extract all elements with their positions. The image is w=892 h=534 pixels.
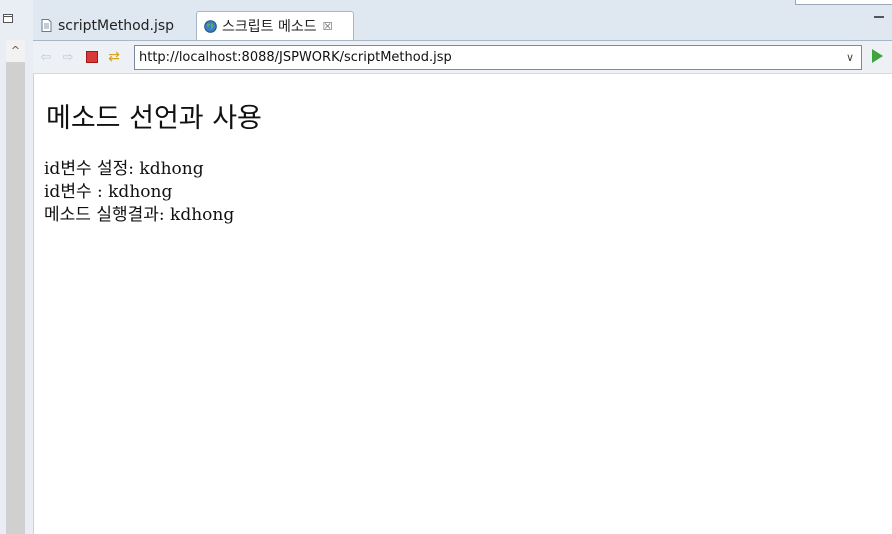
vertical-scrollbar[interactable]	[6, 40, 25, 534]
url-input[interactable]	[135, 47, 839, 68]
page-content: 메소드 선언과 사용 id변수 설정: kdhong id변수 : kdhong…	[34, 74, 892, 534]
editor-tab-bar: scriptMethod.jsp 스크립트 메소드 ☒	[33, 8, 892, 41]
minimize-icon[interactable]	[874, 16, 884, 18]
output-line-method-result: 메소드 실행결과: kdhong	[44, 205, 235, 225]
output-line-id: id변수 : kdhong	[44, 182, 173, 202]
chevron-down-icon[interactable]: ∨	[839, 51, 861, 64]
forward-arrow-icon[interactable]: ⇨	[60, 49, 76, 65]
top-right-panel	[795, 0, 892, 5]
tab-label: scriptMethod.jsp	[58, 17, 175, 34]
go-icon[interactable]	[872, 49, 883, 63]
close-icon[interactable]: ☒	[323, 20, 333, 33]
output-line-id-set: id변수 설정: kdhong	[44, 159, 204, 179]
tab-label: 스크립트 메소드	[222, 19, 317, 35]
url-bar[interactable]: ∨	[134, 45, 862, 70]
globe-icon	[204, 19, 217, 33]
back-arrow-icon[interactable]: ⇦	[38, 49, 54, 65]
page-heading: 메소드 선언과 사용	[46, 103, 262, 134]
stop-icon[interactable]	[84, 49, 100, 65]
jsp-file-icon	[41, 19, 52, 32]
tab-script-method-jsp[interactable]: scriptMethod.jsp	[33, 11, 195, 40]
scroll-up-icon[interactable]: ^	[6, 40, 25, 62]
browser-toolbar: ⇦ ⇨ ⇄ ∨	[33, 41, 892, 74]
refresh-icon[interactable]: ⇄	[106, 49, 122, 65]
restore-icon[interactable]	[3, 14, 13, 23]
output-lines: id변수 설정: kdhong id변수 : kdhong 메소드 실행결과: …	[44, 158, 234, 227]
top-strip	[33, 0, 892, 8]
tab-script-method-browser[interactable]: 스크립트 메소드 ☒	[196, 11, 354, 40]
left-gutter: ^	[0, 0, 34, 534]
